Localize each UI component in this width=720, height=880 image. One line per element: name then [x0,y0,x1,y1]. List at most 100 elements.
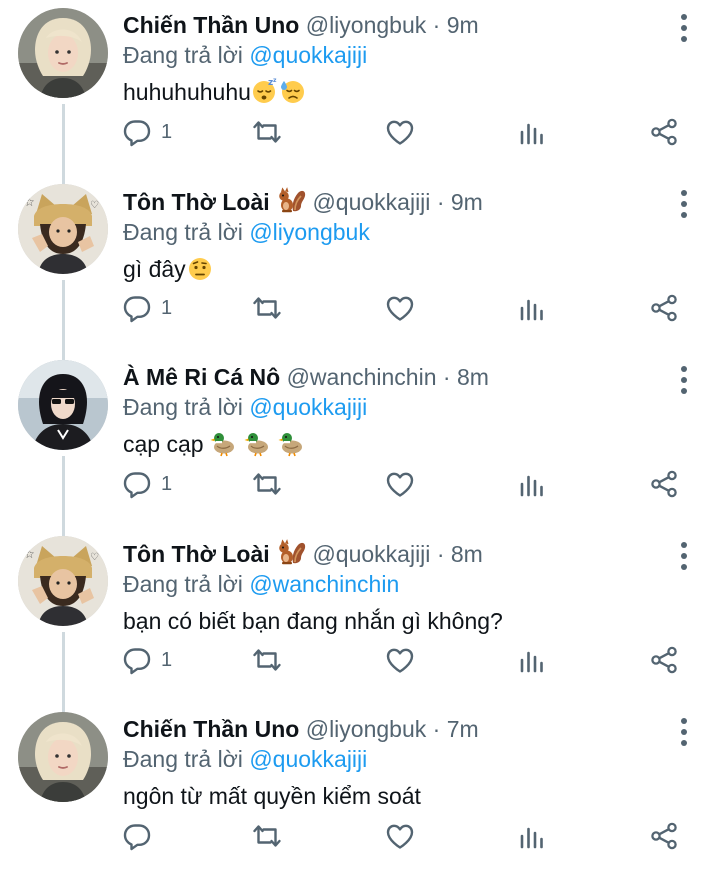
reply-mention[interactable]: @quokkajiji [249,42,367,68]
reply-context: Đang trả lời @quokkajiji [123,40,680,70]
reply-button[interactable]: 1 [122,640,172,680]
reply-count: 1 [161,296,173,319]
timestamp[interactable]: 9m [451,189,483,215]
share-button[interactable] [649,464,679,504]
tweet-text: huhuhuhuhu z z [123,77,680,107]
share-icon [651,470,677,498]
tweet-text-content: huhuhuhuhu [123,79,251,105]
tweet-text: cạp cạp [123,429,680,459]
tweet[interactable]: ☆ ♡ Tôn Thờ Loài @quokkajiji · 9m Đang t… [0,176,720,352]
separator-dot: · [432,12,441,38]
author-handle[interactable]: @wanchinchin [287,364,437,390]
retweet-button[interactable] [252,816,282,856]
reply-button[interactable]: 1 [122,464,172,504]
like-button[interactable] [385,112,415,152]
share-button[interactable] [649,816,679,856]
tweet[interactable]: Chiến Thần Uno @liyongbuk · 7m Đang trả … [0,704,720,880]
more-icon [681,14,687,42]
more-options-button[interactable] [672,12,696,44]
share-button[interactable] [649,112,679,152]
timestamp[interactable]: 9m [447,12,479,38]
avatar[interactable]: ☆ ♡ [18,184,108,274]
avatar[interactable] [18,8,108,98]
timestamp[interactable]: 7m [447,716,479,742]
avatar[interactable]: ☆ ♡ [18,536,108,626]
sad-sweat-face-emoji [280,81,304,103]
reply-mention[interactable]: @liyongbuk [249,219,370,245]
share-button[interactable] [649,640,679,680]
tweet[interactable]: Chiến Thần Uno @liyongbuk · 9m Đang trả … [0,0,720,176]
author-handle[interactable]: @liyongbuk [306,716,427,742]
reply-icon [123,648,151,675]
avatar[interactable] [18,712,108,802]
reply-context: Đang trả lời @wanchinchin [123,569,680,599]
cat-hat-person-avatar: ☆ ♡ [18,536,108,626]
retweet-button[interactable] [252,464,282,504]
author-name[interactable]: À Mê Ri Cá Nô [123,364,280,390]
tweet[interactable]: À Mê Ri Cá Nô @wanchinchin · 8m Đang trả… [0,352,720,528]
like-icon [386,120,414,145]
reply-mention[interactable]: @quokkajiji [249,394,367,420]
blonde-person-avatar [18,712,108,802]
like-button[interactable] [385,816,415,856]
action-bar: 1 [122,112,692,152]
reply-mention[interactable]: @quokkajiji [249,746,367,772]
separator-dot: · [442,364,451,390]
reply-mention[interactable]: @wanchinchin [249,571,399,597]
author-name[interactable]: Chiến Thần Uno [123,716,299,742]
duck-emoji [278,433,302,457]
like-button[interactable] [385,288,415,328]
tweet-content: Tôn Thờ Loài @quokkajiji · 9m Đang trả l… [123,186,680,284]
tweet-header: Tôn Thờ Loài @quokkajiji · 8m [123,538,680,569]
retweet-icon [253,825,281,847]
more-options-button[interactable] [672,188,696,220]
views-button[interactable] [517,640,547,680]
views-icon [520,123,543,145]
reply-prefix: Đang trả lời [123,394,250,420]
tweet-content: Tôn Thờ Loài @quokkajiji · 8m Đang trả l… [123,538,680,636]
tweet-text-content: ngôn từ mất quyền kiểm soát [123,783,421,809]
author-emoji [270,539,306,567]
author-name[interactable]: Tôn Thờ Loài [123,189,270,215]
tweet[interactable]: ☆ ♡ Tôn Thờ Loài @quokkajiji · 8m Đang t… [0,528,720,704]
more-options-button[interactable] [672,540,696,572]
retweet-button[interactable] [252,288,282,328]
retweet-icon [253,473,281,495]
reply-icon [123,472,151,499]
reply-button[interactable]: 1 [122,288,172,328]
squirrel-emoji [279,187,306,213]
reply-prefix: Đang trả lời [123,219,250,245]
author-handle[interactable]: @liyongbuk [306,12,427,38]
timestamp[interactable]: 8m [457,364,489,390]
like-icon [386,472,414,497]
retweet-icon [253,121,281,143]
views-button[interactable] [517,816,547,856]
more-options-button[interactable] [672,364,696,396]
views-button[interactable] [517,464,547,504]
author-name[interactable]: Tôn Thờ Loài [123,541,270,567]
action-bar: 1 [122,464,692,504]
timestamp[interactable]: 8m [451,541,483,567]
views-button[interactable] [517,112,547,152]
more-icon [681,190,687,218]
like-button[interactable] [385,464,415,504]
views-icon [520,299,543,321]
avatar[interactable] [18,360,108,450]
share-button[interactable] [649,288,679,328]
retweet-icon [253,297,281,319]
reply-button[interactable] [122,816,161,856]
views-icon [520,827,543,849]
retweet-button[interactable] [252,112,282,152]
more-options-button[interactable] [672,716,696,748]
author-handle[interactable]: @quokkajiji [312,541,430,567]
author-name[interactable]: Chiến Thần Uno [123,12,299,38]
like-button[interactable] [385,640,415,680]
reply-count: 1 [161,120,173,143]
reply-button[interactable]: 1 [122,112,172,152]
views-button[interactable] [517,288,547,328]
author-handle[interactable]: @quokkajiji [312,189,430,215]
retweet-button[interactable] [252,640,282,680]
action-bar [122,816,692,856]
svg-text:☆: ☆ [24,195,35,209]
cat-hat-person-avatar: ☆ ♡ [18,184,108,274]
